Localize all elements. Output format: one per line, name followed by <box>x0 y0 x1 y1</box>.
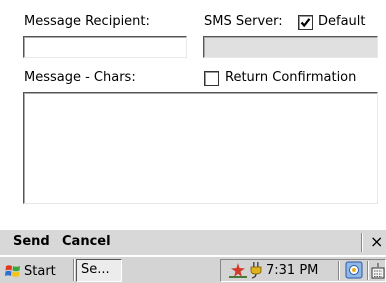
taskbar-separator <box>73 259 75 281</box>
sms-server-input[interactable] <box>203 36 378 58</box>
recipient-label: Message Recipient: <box>24 14 150 29</box>
message-label: Message - Chars: <box>24 70 136 85</box>
power-plug-icon[interactable] <box>249 261 263 280</box>
send-button[interactable]: Send <box>13 230 50 254</box>
tray-separator-2 <box>367 261 369 280</box>
default-label: Default <box>318 14 366 29</box>
sms-server-label: SMS Server: <box>204 14 283 29</box>
cancel-button[interactable]: Cancel <box>62 230 111 254</box>
windows-logo-icon <box>5 265 20 277</box>
return-confirmation-checkbox[interactable] <box>204 70 219 86</box>
taskbar-window-button[interactable]: Se... <box>76 259 122 282</box>
menu-bar: Send Cancel × <box>0 229 386 255</box>
recipient-input[interactable] <box>23 36 187 58</box>
keyboard-input-icon[interactable] <box>371 262 385 280</box>
return-confirmation-group[interactable]: Return Confirmation <box>204 70 356 86</box>
checkmark-icon <box>300 17 311 27</box>
close-icon[interactable]: × <box>370 230 383 254</box>
message-textarea[interactable] <box>23 92 378 204</box>
taskbar: Start Se... 7:31 PM <box>0 256 386 283</box>
default-checkbox-group[interactable]: Default <box>298 14 366 30</box>
tray-separator <box>338 261 340 280</box>
system-tray: 7:31 PM <box>220 259 386 282</box>
default-checkbox[interactable] <box>298 14 313 30</box>
return-confirmation-label: Return Confirmation <box>225 70 357 85</box>
menu-separator <box>361 233 363 252</box>
clock[interactable]: 7:31 PM <box>266 262 318 279</box>
start-label: Start <box>24 263 56 279</box>
network-status-icon[interactable] <box>229 262 247 279</box>
desktop-icon[interactable] <box>345 261 363 279</box>
start-button[interactable]: Start <box>2 260 72 282</box>
